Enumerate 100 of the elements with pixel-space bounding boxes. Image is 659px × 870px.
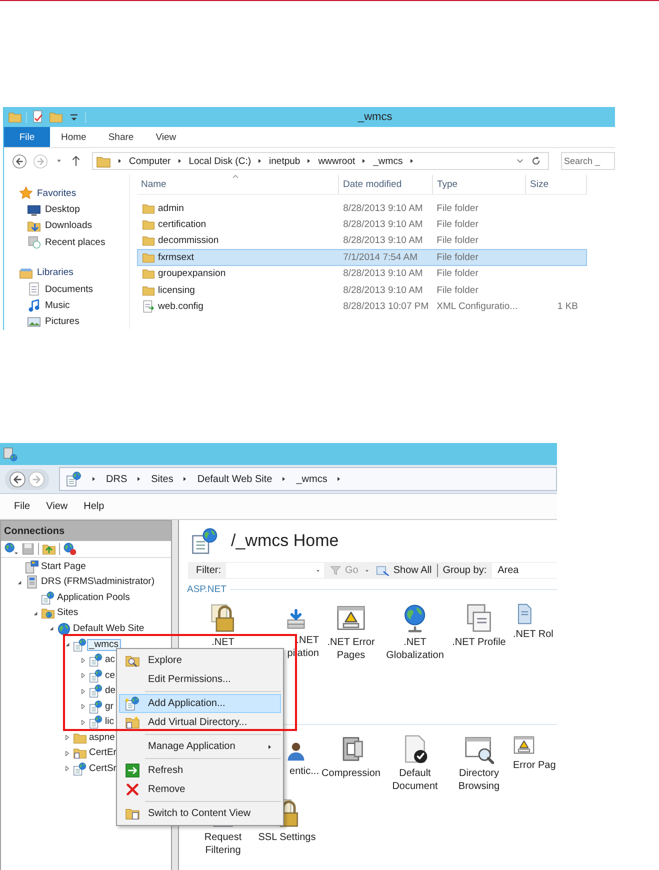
nav-item[interactable]: Pictures	[4, 314, 129, 330]
tree-node[interactable]: DRS (FRMS\administrator)	[40, 577, 156, 588]
tree-node[interactable]: Sites	[56, 608, 80, 618]
column-header[interactable]: Size	[526, 175, 587, 194]
up-arrow-icon[interactable]	[70, 155, 82, 167]
tree-node[interactable]: gr	[104, 702, 114, 712]
tree-node[interactable]: lic	[104, 717, 115, 728]
tree-node[interactable]: ac	[104, 655, 116, 666]
breadcrumb-item[interactable]: _wmcs	[373, 156, 403, 166]
column-header[interactable]: Name	[137, 175, 339, 194]
globe-icon[interactable]	[4, 542, 18, 556]
group-by-dropdown[interactable]: Area	[492, 563, 557, 578]
feature-label[interactable]: .NET	[212, 636, 234, 649]
back-button-icon[interactable]	[12, 154, 27, 168]
menu-item[interactable]: View	[46, 501, 68, 512]
warning-page-icon[interactable]	[513, 734, 535, 756]
feature-label[interactable]: Error Pag	[513, 759, 556, 772]
navigation-buttons[interactable]	[5, 468, 49, 490]
expand-arrow-icon[interactable]	[62, 748, 72, 758]
warning-page-icon[interactable]	[336, 603, 366, 633]
breadcrumb-item[interactable]: wwwroot	[318, 156, 356, 166]
file-row[interactable]: web.config 8/28/2013 10:07 PM XML Configuratio... 1 KB	[137, 298, 587, 315]
search-field[interactable]: Search _	[561, 152, 615, 170]
globe-page-icon	[89, 668, 103, 683]
menu-item[interactable]: Switch to Content View	[119, 804, 281, 823]
column-header[interactable]: Type	[433, 175, 526, 194]
feature-label[interactable]: entic...	[290, 765, 319, 778]
breadcrumb-item[interactable]: _wmcs	[296, 474, 328, 484]
breadcrumb-item[interactable]: Default Web Site	[197, 474, 272, 484]
nav-item[interactable]: Documents	[4, 280, 129, 298]
file-row[interactable]: certification 8/28/2013 9:10 AM File folder	[137, 216, 587, 233]
nav-item[interactable]: Downloads	[4, 218, 129, 234]
expand-arrow-icon[interactable]	[78, 686, 88, 696]
breadcrumb-item[interactable]: Computer	[129, 156, 171, 166]
breadcrumb-item[interactable]: Local Disk (C:)	[188, 156, 252, 166]
tree-node[interactable]: _wmcs	[88, 640, 120, 650]
show-all-button[interactable]: Show All	[376, 564, 432, 578]
tree-node[interactable]: aspne	[88, 732, 116, 743]
menu-item[interactable]: Help	[84, 501, 104, 512]
recent-places-icon	[27, 235, 41, 250]
expand-arrow-icon[interactable]	[78, 702, 88, 712]
expand-arrow-icon[interactable]	[62, 764, 72, 774]
feature-label[interactable]: SSL Settings	[258, 831, 316, 844]
column-header[interactable]: Date modified	[339, 175, 433, 194]
server-icon	[25, 575, 39, 590]
globe-page-icon	[41, 590, 55, 605]
tree-node[interactable]: de	[104, 686, 117, 696]
file-row[interactable]: decommission 8/28/2013 9:10 AM File folder	[137, 232, 587, 250]
menu-item[interactable]: Add Application...	[119, 694, 281, 713]
address-bar[interactable]: DRS Sites Default Web Site _wmcs	[59, 467, 557, 491]
expand-arrow-icon[interactable]	[78, 718, 88, 727]
refresh-icon[interactable]	[530, 155, 542, 167]
expand-arrow-icon[interactable]	[78, 671, 88, 680]
menu-item[interactable]: Remove	[119, 780, 281, 799]
nav-group[interactable]: Libraries	[4, 264, 129, 281]
tree-node[interactable]: Start Page	[40, 562, 87, 572]
file-row[interactable]: licensing 8/28/2013 9:10 AM File folder	[137, 282, 587, 298]
menu-item[interactable]: File	[14, 501, 30, 512]
menu-item[interactable]: Manage Application	[119, 737, 281, 756]
nav-item[interactable]: Music	[4, 297, 129, 314]
file-row[interactable]: fxrmsext 7/1/2014 7:54 AM File folder	[137, 249, 587, 266]
feature-label[interactable]: Request Filtering	[204, 831, 242, 857]
feature-label[interactable]: .NET Rol	[513, 628, 554, 641]
nav-item[interactable]: Recent places	[4, 234, 129, 251]
breadcrumb-item[interactable]: inetpub	[269, 156, 300, 166]
tree-node[interactable]: Default Web Site	[72, 624, 146, 634]
magnifier-window-icon[interactable]	[464, 734, 494, 764]
folder-icon	[142, 250, 155, 264]
save-icon[interactable]	[21, 542, 35, 556]
properties-icon[interactable]	[31, 110, 45, 124]
feature-label[interactable]: .NET Error Pages	[327, 636, 375, 662]
folder-icon[interactable]	[42, 542, 56, 556]
globe-icon[interactable]	[63, 542, 77, 556]
feature-label[interactable]: .NET Globalization	[386, 636, 444, 662]
tree-node[interactable]: CertSr	[88, 764, 118, 774]
download-stack-icon[interactable]	[285, 609, 307, 631]
address-bar[interactable]: Computer Local Disk (C:) inetpub wwwroot _wmcs	[92, 152, 549, 170]
back-button-icon[interactable]	[9, 470, 26, 488]
person-icon[interactable]	[285, 740, 307, 762]
nav-item[interactable]: Desktop	[4, 201, 129, 218]
expand-arrow-icon[interactable]	[78, 656, 88, 665]
file-row[interactable]: groupexpansion 8/28/2013 9:10 AM File folder	[137, 266, 587, 282]
tree-node[interactable]: Application Pools	[56, 592, 131, 603]
tree-node[interactable]: ce	[104, 670, 116, 681]
menu-item[interactable]: Explore	[119, 651, 281, 670]
feature-label[interactable]: Compression	[322, 767, 380, 780]
breadcrumb-item[interactable]: Sites	[151, 474, 174, 484]
tree-node[interactable]: CertEr	[88, 748, 118, 758]
menu-item[interactable]: Edit Permissions...	[119, 670, 281, 689]
menu-item[interactable]: Refresh	[119, 761, 281, 780]
expand-arrow-icon[interactable]	[62, 733, 72, 742]
breadcrumb-item[interactable]: DRS	[106, 474, 128, 484]
filter-field[interactable]	[226, 563, 324, 578]
file-row[interactable]: admin 8/28/2013 9:10 AM File folder	[137, 200, 587, 216]
menu-item[interactable]: Add Virtual Directory...	[119, 713, 281, 732]
nav-group[interactable]: Favorites	[4, 185, 129, 202]
feature-label[interactable]: Default Document	[392, 767, 438, 793]
windows-icon[interactable]	[464, 603, 494, 633]
feature-label[interactable]: Directory Browsing	[458, 767, 500, 793]
feature-label[interactable]: .NET Profile	[452, 636, 506, 649]
